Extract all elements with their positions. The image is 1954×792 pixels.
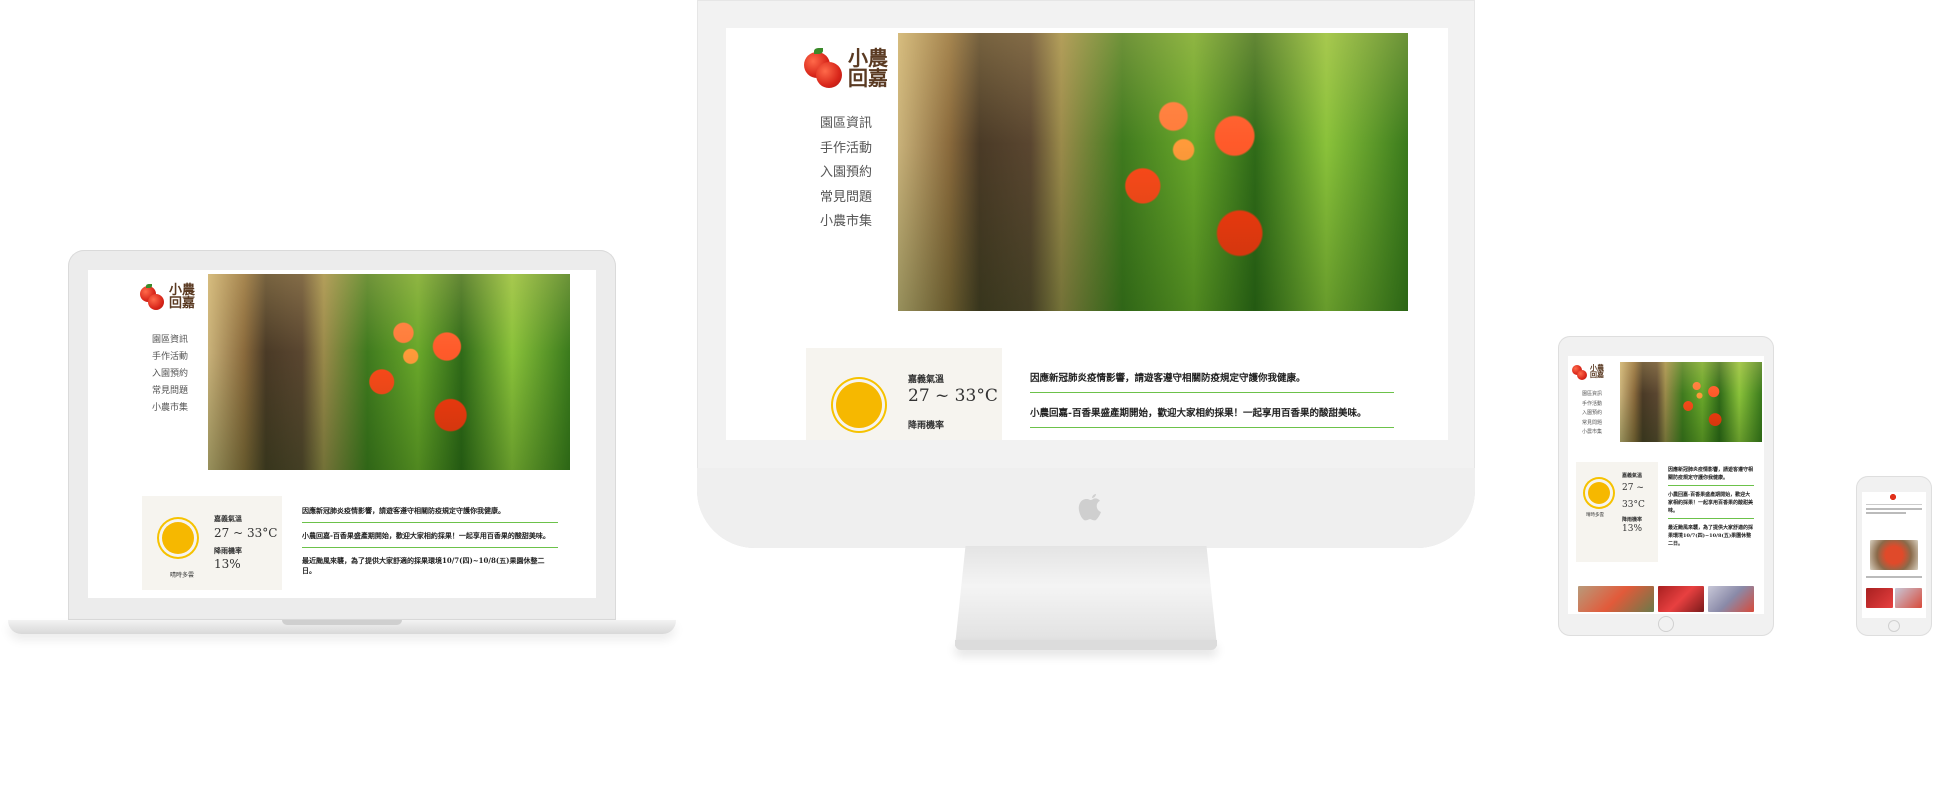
tablet-home-button [1658,616,1674,632]
nav-item-faq[interactable]: 常見問題 [152,383,188,400]
nav-item-market[interactable]: 小農市集 [1582,428,1602,438]
phone-divider [1866,504,1922,505]
laptop-screen: 小農 回嘉 園區資訊 手作活動 入園預約 常見問題 小農市集 嘉義氣溫 27 ~… [88,270,596,598]
rain-label: 降雨機率 [214,546,242,555]
hero-image [898,33,1408,311]
nav-item-faq[interactable]: 常見問題 [820,186,872,211]
phone-feature-image[interactable] [1870,540,1918,570]
weather-temp: 27 ~ 33°C [214,526,278,540]
weather-city: 嘉義氣溫 [214,514,242,523]
news-divider [302,522,558,523]
rain-value: 13% [214,557,241,571]
weather-card: 嘉義氣溫 27 ~ 33°C 降雨機率 13% 晴時多雲 [142,496,282,590]
nav-item-reservation[interactable]: 入園預約 [820,161,872,186]
gallery-thumbnail[interactable] [1866,588,1893,608]
main-nav: 園區資訊 手作活動 入園預約 常見問題 小農市集 [820,112,872,235]
weather-temp: 27 ~ 33°C [1622,483,1645,510]
nav-item-park-info[interactable]: 園區資訊 [820,112,872,137]
rain-label: 降雨機率 [1622,517,1643,523]
weather-card: 嘉義氣溫 27 ~ 33°C 降雨機率 [806,348,1002,440]
news-list: 因應新冠肺炎疫情影響，請遊客遵守相關防疫規定守護你我健康。 小農回嘉-百香果盛產… [1668,466,1754,548]
news-divider [1668,518,1754,519]
nav-item-market[interactable]: 小農市集 [820,210,872,235]
gallery-thumbnail[interactable] [1708,586,1754,612]
weather-status: 晴時多雲 [1586,513,1604,518]
hero-image [1620,362,1762,442]
news-divider [302,547,558,548]
news-item[interactable]: 最近颱風來襲，為了提供大家舒適的採果環境10/7(四)~10/8(五)果園休整二… [1668,524,1754,548]
news-item[interactable]: 最近颱風來襲，為了提供大家舒適的採果環境10/7(四)~10/8(五)果園休整二… [302,556,558,576]
phone-text-line [1866,576,1922,578]
nav-item-workshop[interactable]: 手作活動 [1582,400,1602,410]
phone-text-line [1866,512,1906,514]
apple-logo-icon [1078,494,1101,521]
nav-item-reservation[interactable]: 入園預約 [1582,409,1602,419]
logo-text-line2: 回嘉 [848,66,888,90]
sun-icon [836,382,882,428]
logo-text-line2: 回嘉 [1590,371,1604,379]
phone-screen [1862,492,1926,618]
news-list: 因應新冠肺炎疫情影響，請遊客遵守相關防疫規定守護你我健康。 小農回嘉-百香果盛產… [1030,370,1394,440]
weather-card: 嘉義氣溫 27 ~ 33°C 降雨機率 13% 晴時多雲 [1576,462,1658,562]
phone-text-line [1866,508,1922,510]
nav-item-park-info[interactable]: 園區資訊 [152,332,188,349]
nav-item-faq[interactable]: 常見問題 [1582,419,1602,429]
gallery-thumbnail[interactable] [1578,586,1654,612]
news-item[interactable]: 因應新冠肺炎疫情影響，請遊客遵守相關防疫規定守護你我健康。 [1030,370,1394,384]
logo-text-line2: 回嘉 [169,296,196,311]
site-logo[interactable]: 小農 回嘉 [1572,364,1604,380]
sun-icon [1588,482,1610,504]
nav-item-market[interactable]: 小農市集 [152,400,188,417]
phone-home-button [1888,620,1900,632]
gallery-thumbnail[interactable] [1658,586,1704,612]
site-logo[interactable]: 小農 回嘉 [140,284,195,310]
weather-city: 嘉義氣溫 [908,375,945,385]
news-list: 因應新冠肺炎疫情影響，請遊客遵守相關防疫規定守護你我健康。 小農回嘉-百香果盛產… [302,506,558,576]
news-divider [1030,392,1394,393]
news-divider [1668,485,1754,486]
main-nav: 園區資訊 手作活動 入園預約 常見問題 小農市集 [152,332,188,417]
imac-stand [955,546,1217,646]
nav-item-reservation[interactable]: 入園預約 [152,366,188,383]
tablet-screen: 小農 回嘉 園區資訊 手作活動 入園預約 常見問題 小農市集 嘉義氣溫 27 ~… [1568,356,1764,614]
laptop-notch [282,620,402,625]
weather-temp: 27 ~ 33°C [908,386,998,406]
logo-text-line1: 小農 [848,46,888,70]
news-item[interactable]: 因應新冠肺炎疫情影響，請遊客遵守相關防疫規定守護你我健康。 [302,506,558,516]
rain-label: 降雨機率 [908,421,945,431]
hero-image [208,274,570,470]
gallery-thumbnail[interactable] [1895,588,1922,608]
news-item[interactable]: 小農回嘉-百香果盛產期開始，歡迎大家相約採果！一起享用百香果的酸甜美味。 [1668,491,1754,515]
main-nav: 園區資訊 手作活動 入園預約 常見問題 小農市集 [1582,390,1602,438]
rain-value: 13% [1622,524,1643,534]
site-logo[interactable] [1888,494,1898,500]
nav-item-park-info[interactable]: 園區資訊 [1582,390,1602,400]
weather-city: 嘉義氣溫 [1622,473,1643,479]
news-divider [1030,427,1394,428]
news-item[interactable]: 小農回嘉-百香果盛產期開始，歡迎大家相約採果！一起享用百香果的酸甜美味。 [1030,405,1394,419]
weather-status: 晴時多雲 [170,572,195,579]
nav-item-workshop[interactable]: 手作活動 [820,137,872,162]
nav-item-workshop[interactable]: 手作活動 [152,349,188,366]
news-item[interactable]: 小農回嘉-百香果盛產期開始，歡迎大家相約採果！一起享用百香果的酸甜美味。 [302,531,558,541]
imac-screen: 小農 回嘉 園區資訊 手作活動 入園預約 常見問題 小農市集 嘉義氣溫 27 ~… [726,28,1448,440]
news-item[interactable]: 因應新冠肺炎疫情影響，請遊客遵守相關防疫規定守護你我健康。 [1668,466,1754,482]
imac-base [955,640,1217,650]
sun-icon [162,522,194,554]
site-logo[interactable]: 小農 回嘉 [804,48,888,88]
